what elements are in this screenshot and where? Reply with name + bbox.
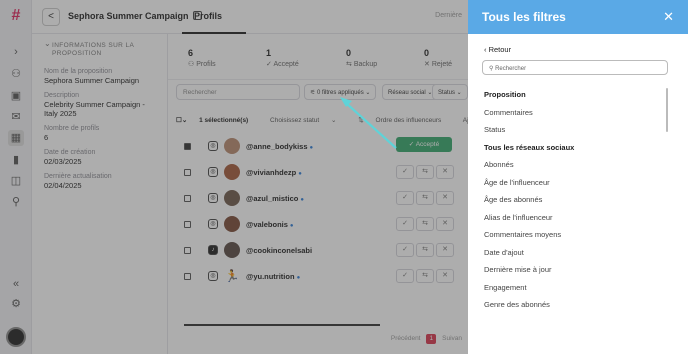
filters-drawer: Tous les filtres ✕ ‹ Retour ⚲ Rechercher… [468,0,688,354]
filter-item[interactable]: Commentaires [484,104,664,122]
filter-item[interactable]: Abonnés [484,156,664,174]
drawer-scrollbar[interactable] [666,88,668,132]
filter-list: Proposition Commentaires Status Tous les… [484,86,664,314]
filter-item[interactable]: Dernière mise à jour [484,261,664,279]
filter-search-input[interactable]: ⚲ Rechercher [482,60,668,75]
filter-group-social: Tous les réseaux sociaux [484,142,575,152]
filter-search-placeholder: Rechercher [495,65,527,72]
filter-item[interactable]: Genre des abonnés [484,296,664,314]
filter-group-proposition: Proposition [484,90,526,99]
filter-item[interactable]: Âge de l'influenceur [484,174,664,192]
filter-item[interactable]: Status [484,121,664,139]
modal-overlay[interactable] [0,0,468,354]
filter-item[interactable]: Âge des abonnés [484,191,664,209]
back-link-label: Retour [488,45,512,54]
filter-item[interactable]: Engagement [484,279,664,297]
filter-item[interactable]: Commentaires moyens [484,226,664,244]
close-icon[interactable]: ✕ [663,9,674,25]
filter-item[interactable]: Date d'ajout [484,244,664,262]
filter-item[interactable]: Alias de l'influenceur [484,209,664,227]
back-link[interactable]: ‹ Retour [484,45,511,54]
drawer-header: Tous les filtres ✕ [468,0,688,34]
drawer-title: Tous les filtres [482,10,566,24]
